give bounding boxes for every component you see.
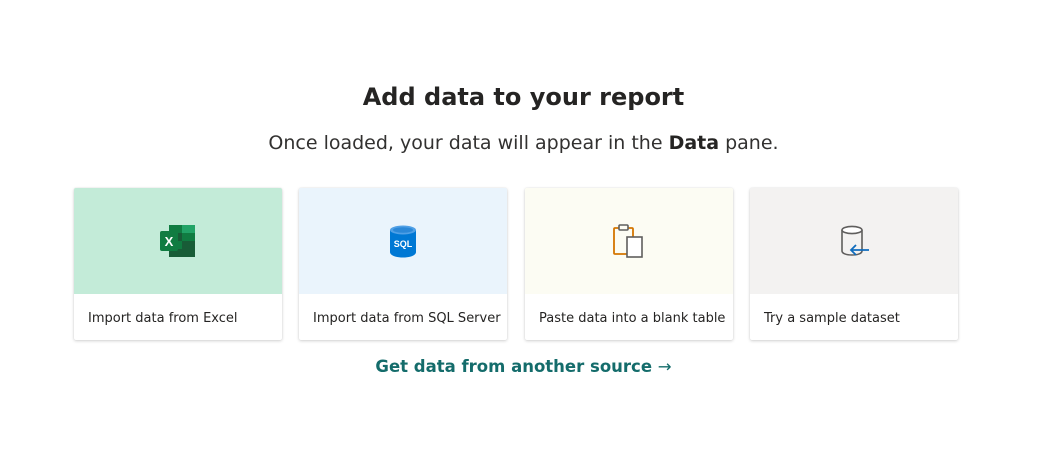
data-source-cards: X Import data from Excel SQL Import data… — [74, 188, 959, 340]
sql-database-icon: SQL — [390, 225, 416, 258]
import-excel-card[interactable]: X Import data from Excel — [74, 188, 282, 340]
excel-letter: X — [165, 234, 174, 249]
paste-blank-table-card-art — [525, 188, 733, 294]
excel-icon: X — [160, 225, 195, 257]
sample-dataset-card-art — [750, 188, 958, 294]
import-sql-server-card[interactable]: SQL Import data from SQL Server — [299, 188, 507, 340]
sample-dataset-label: Try a sample dataset — [764, 311, 900, 326]
page-subtitle: Once loaded, your data will appear in th… — [0, 129, 1047, 157]
sql-letters: SQL — [394, 239, 413, 249]
page-title: Add data to your report — [362, 83, 685, 111]
import-excel-card-art: X — [74, 188, 282, 294]
arrow-right-icon: → — [657, 357, 672, 376]
clipboard-paste-icon — [613, 224, 643, 258]
subtitle-text-before: Once loaded, your data will appear in th… — [268, 132, 669, 154]
import-sql-server-label: Import data from SQL Server — [313, 311, 501, 326]
subtitle-text-after: pane. — [719, 132, 779, 154]
import-excel-label: Import data from Excel — [88, 311, 238, 326]
get-data-link-label: Get data from another source — [375, 357, 653, 376]
get-data-other-source-link[interactable]: Get data from another source → — [0, 355, 1047, 379]
paste-blank-table-card[interactable]: Paste data into a blank table — [525, 188, 733, 340]
sample-dataset-card[interactable]: Try a sample dataset — [750, 188, 958, 340]
import-sql-server-card-art: SQL — [299, 188, 507, 294]
subtitle-text-bold: Data — [668, 132, 720, 154]
sample-database-icon — [841, 225, 869, 256]
paste-blank-table-label: Paste data into a blank table — [539, 311, 726, 326]
